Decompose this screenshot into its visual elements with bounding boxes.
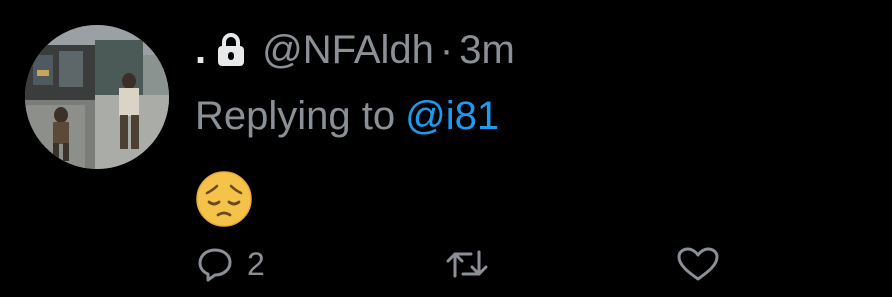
tweet[interactable]: . @NFAldh · 3m Replying to @i81 2 — [0, 0, 892, 297]
reply-icon — [197, 246, 233, 282]
lock-icon — [216, 32, 246, 68]
display-name[interactable]: . — [195, 28, 206, 73]
avatar-photo — [25, 25, 169, 169]
retweet-button[interactable] — [445, 246, 489, 282]
like-button[interactable] — [674, 246, 722, 282]
avatar[interactable] — [25, 25, 169, 169]
tweet-header: . @NFAldh · 3m — [195, 22, 515, 78]
replying-to-link[interactable]: @i81 — [405, 94, 499, 139]
replying-to-label: Replying to — [195, 93, 396, 138]
reply-button[interactable]: 2 — [197, 246, 265, 282]
tweet-actions: 2 — [195, 246, 722, 297]
pensive-face-emoji — [196, 171, 252, 227]
replying-to-line: Replying to @i81 — [195, 90, 499, 142]
timestamp[interactable]: 3m — [459, 28, 515, 73]
user-handle[interactable]: @NFAldh — [262, 28, 434, 73]
heart-icon — [674, 246, 722, 282]
retweet-icon — [445, 246, 489, 282]
tweet-content — [195, 170, 259, 230]
separator-dot: · — [439, 27, 454, 72]
reply-count: 2 — [247, 246, 265, 282]
